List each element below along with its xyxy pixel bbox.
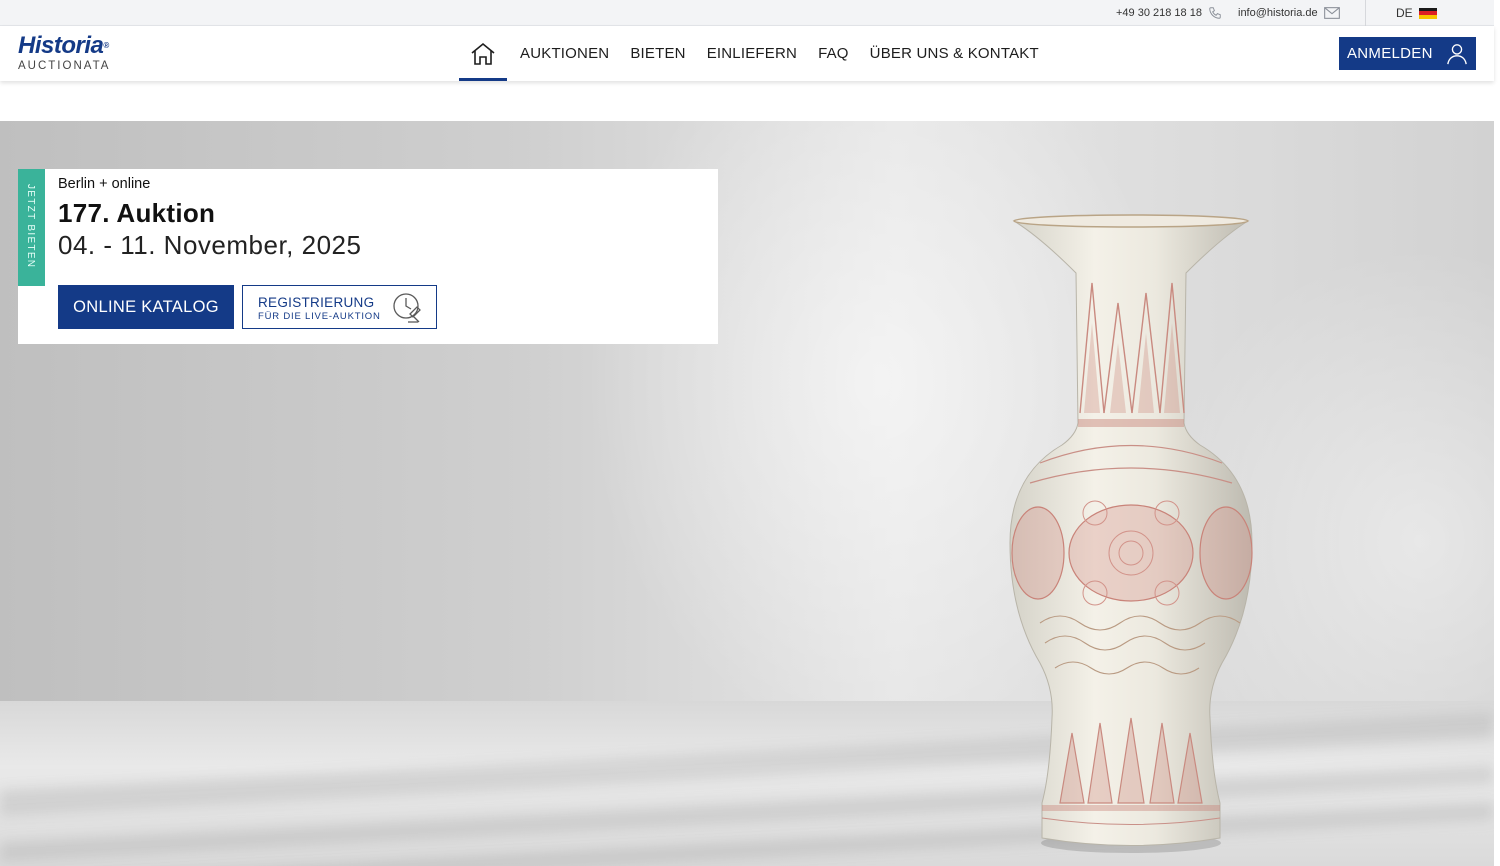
phone-icon [1209, 7, 1221, 19]
auction-location: Berlin + online [58, 176, 151, 192]
auction-card: JETZT BIETEN Berlin + online 177. Auktio… [18, 169, 718, 344]
logo-brand: Historia [18, 32, 104, 59]
logo-subtitle: AUCTIONATA [18, 60, 111, 72]
german-flag-icon [1418, 7, 1437, 19]
nav-ueber-uns-kontakt[interactable]: ÜBER UNS & KONTAKT [870, 45, 1039, 62]
language-code: DE [1396, 6, 1413, 20]
email-address: info@historia.de [1238, 7, 1318, 19]
login-label: ANMELDEN [1347, 45, 1433, 62]
site-logo[interactable]: Historia® AUCTIONATA [18, 34, 128, 74]
nav-einliefern[interactable]: EINLIEFERN [707, 45, 797, 62]
nav-faq[interactable]: FAQ [818, 45, 849, 62]
porcelain-vase-image [1009, 214, 1253, 853]
bid-now-label: JETZT BIETEN [25, 184, 36, 269]
email-link[interactable]: info@historia.de [1238, 0, 1340, 26]
phone-link[interactable]: +49 30 218 18 18 [1116, 0, 1222, 26]
live-registration-button[interactable]: REGISTRIERUNG FÜR DIE LIVE-AUKTION [242, 285, 437, 329]
online-catalog-button[interactable]: ONLINE KATALOG [58, 285, 234, 329]
auction-dates: 04. - 11. November, 2025 [58, 230, 362, 260]
registration-label: REGISTRIERUNG [258, 295, 375, 310]
bid-now-tab[interactable]: JETZT BIETEN [18, 169, 45, 286]
phone-number: +49 30 218 18 18 [1116, 7, 1202, 19]
top-bar: +49 30 218 18 18 info@historia.de DE [0, 0, 1494, 26]
login-button[interactable]: ANMELDEN [1339, 37, 1476, 70]
clock-gavel-icon [393, 293, 421, 323]
nav-bieten[interactable]: BIETEN [630, 45, 685, 62]
main-header: Historia® AUCTIONATA AUKTIONEN BIETEN EI… [0, 26, 1494, 81]
home-icon [471, 42, 495, 65]
main-nav: AUKTIONEN BIETEN EINLIEFERN FAQ ÜBER UNS… [459, 26, 1039, 81]
online-catalog-label: ONLINE KATALOG [73, 297, 219, 316]
user-icon [1447, 44, 1467, 65]
auction-title: 177. Auktion [58, 198, 216, 228]
nav-auktionen[interactable]: AUKTIONEN [520, 45, 609, 62]
registration-sublabel: FÜR DIE LIVE-AUKTION [258, 311, 381, 322]
topbar-divider [1365, 0, 1366, 26]
language-switcher[interactable]: DE [1396, 0, 1437, 26]
nav-home[interactable] [459, 26, 507, 81]
logo-registered: ® [103, 41, 109, 50]
envelope-icon [1323, 7, 1340, 19]
